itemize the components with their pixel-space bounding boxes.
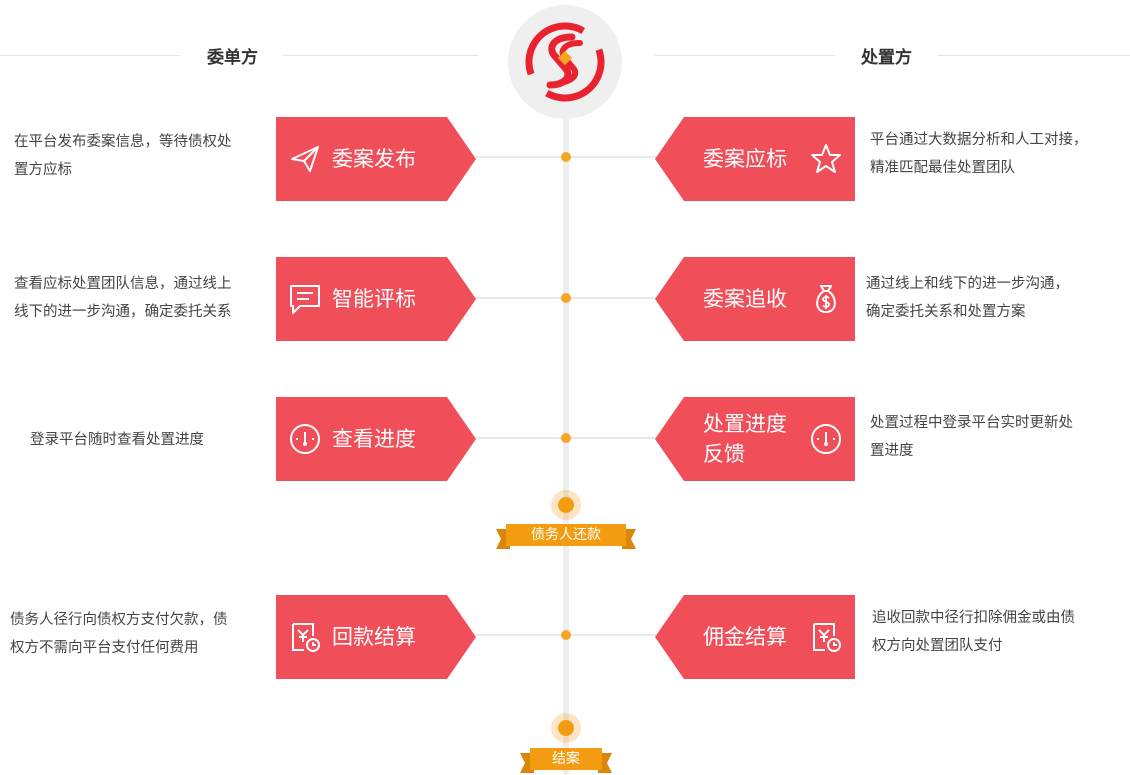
milestone-close-label: 结案 (552, 751, 580, 767)
step-left-progress-label: 查看进度 (332, 427, 416, 451)
step-left-progress-desc: 登录平台随时查看处置进度 (30, 432, 204, 448)
bill-icon (809, 620, 843, 654)
step-right-bid-desc: 平台通过大数据分析和人工对接， 精准匹配最佳处置团队 (870, 132, 1088, 176)
header-line-right-inner (655, 55, 835, 56)
row4-dot (561, 630, 571, 640)
step-left-publish-desc: 在平台发布委案信息，等待债权处 置方应标 (14, 134, 232, 178)
gauge-icon (809, 422, 843, 456)
step-right-collect[interactable]: 委案追收 (655, 257, 855, 341)
step-right-commission-desc: 追收回款中径行扣除佣金或由债 权方向处置团队支付 (872, 610, 1075, 654)
step-right-collect-desc: 通过线上和线下的进一步沟通， 确定委托关系和处置方案 (866, 276, 1069, 320)
bill-icon (288, 620, 322, 654)
header-line-left-inner (283, 55, 478, 56)
message-icon (288, 282, 322, 316)
step-left-evaluate-desc: 查看应标处置团队信息，通过线上 线下的进一步沟通，确定委托关系 (14, 276, 232, 320)
milestone-close-ribbon: 结案 (520, 748, 612, 773)
milestone-repay-marker (551, 490, 581, 520)
header-line-left-outer (0, 55, 180, 56)
money-bag-icon (809, 282, 843, 316)
step-left-publish[interactable]: 委案发布 (276, 117, 476, 201)
step-left-publish-label: 委案发布 (332, 147, 416, 171)
row1-dot (561, 152, 571, 162)
header-left-title: 委单方 (207, 48, 258, 68)
step-left-evaluate[interactable]: 智能评标 (276, 257, 476, 341)
milestone-close-marker (551, 713, 581, 743)
step-right-bid-label: 委案应标 (703, 147, 787, 171)
row3-dot (561, 433, 571, 443)
step-left-settle-label: 回款结算 (332, 625, 416, 649)
step-right-feedback-desc: 处置过程中登录平台实时更新处 置进度 (870, 415, 1073, 459)
gauge-icon (288, 422, 322, 456)
row2-dot (561, 293, 571, 303)
step-left-settle-desc: 债务人径行向债权方支付欠款，债 权方不需向平台支付任何费用 (10, 612, 228, 656)
step-right-commission-label: 佣金结算 (703, 625, 787, 649)
step-right-bid[interactable]: 委案应标 (655, 117, 855, 201)
header-line-right-outer (938, 55, 1130, 56)
paper-plane-icon (288, 142, 322, 176)
brand-logo-icon (525, 22, 605, 102)
milestone-repay-ribbon: 债务人还款 (496, 524, 636, 549)
step-left-evaluate-label: 智能评标 (332, 287, 416, 311)
step-right-commission[interactable]: 佣金结算 (655, 595, 855, 679)
step-left-settle[interactable]: 回款结算 (276, 595, 476, 679)
logo (508, 5, 622, 119)
step-right-feedback[interactable]: 处置进度 反馈 (655, 397, 855, 481)
header-right-title: 处置方 (861, 48, 912, 68)
step-right-collect-label: 委案追收 (703, 287, 787, 311)
star-icon (809, 142, 843, 176)
milestone-repay-label: 债务人还款 (531, 527, 601, 543)
step-right-feedback-label: 处置进度 反馈 (703, 412, 787, 466)
step-left-progress[interactable]: 查看进度 (276, 397, 476, 481)
